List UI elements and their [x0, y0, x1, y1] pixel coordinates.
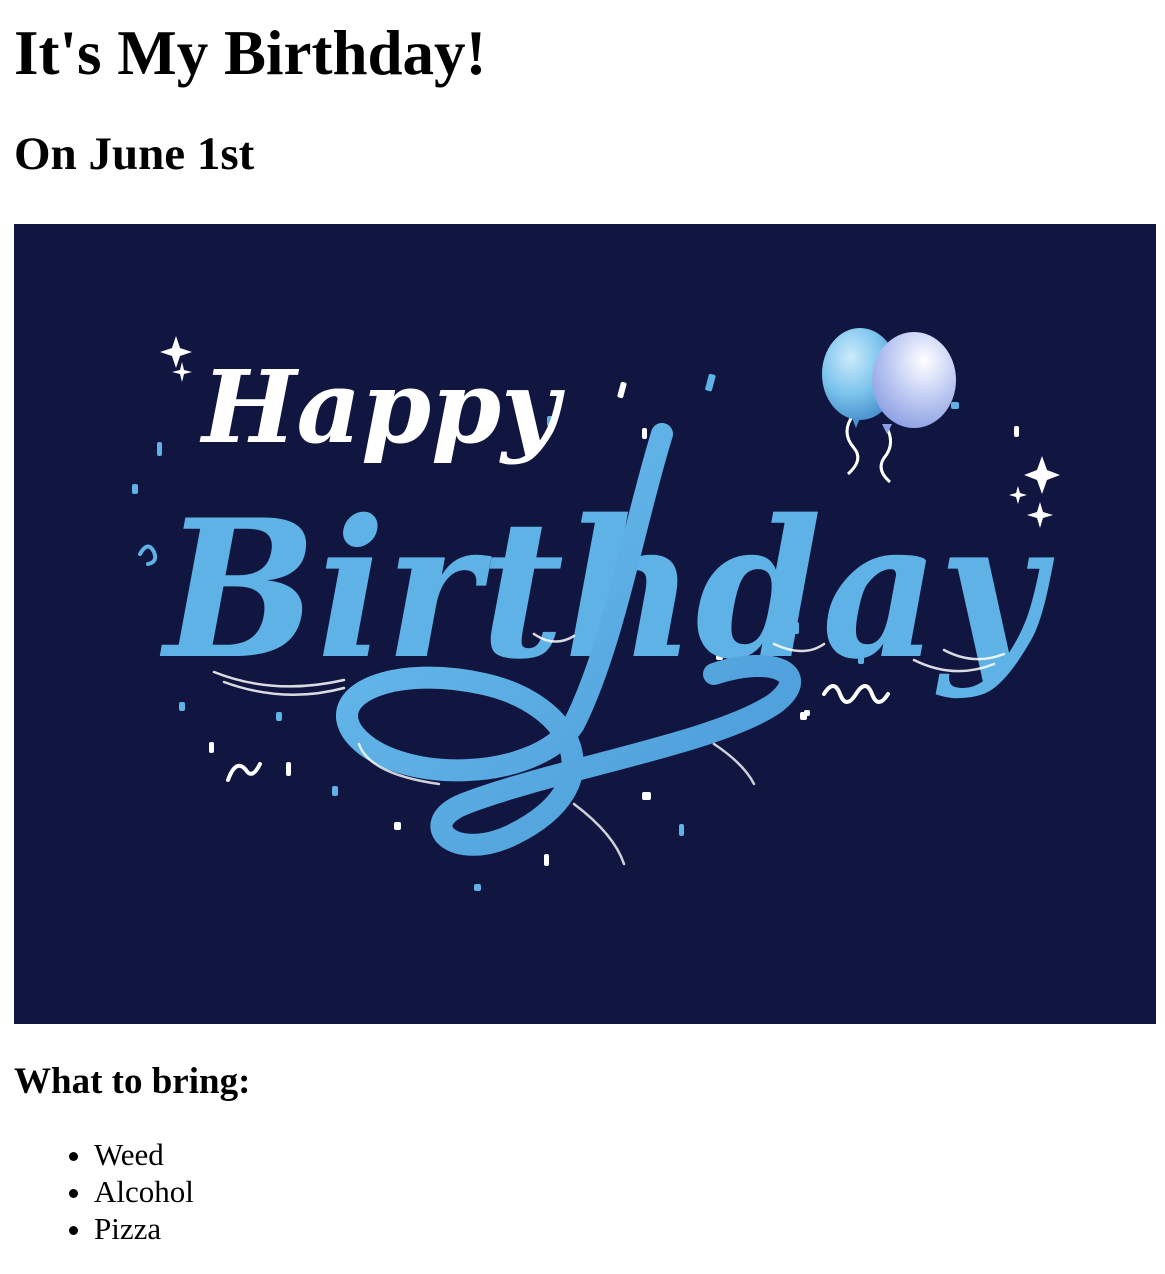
birthday-banner-image: Happy Birthday — [14, 224, 1156, 1024]
event-date: On June 1st — [14, 128, 255, 180]
list-item: Pizza — [94, 1210, 1151, 1247]
list-item: Weed — [94, 1136, 1151, 1173]
list-item: Alcohol — [94, 1173, 1151, 1210]
banner-happy-text: Happy — [199, 348, 565, 466]
page-title: It's My Birthday! — [14, 18, 487, 88]
bring-heading: What to bring: — [14, 1061, 251, 1102]
bring-list: Weed Alcohol Pizza — [14, 1136, 1151, 1247]
page: It's My Birthday! On June 1st Happy Birt… — [0, 0, 1165, 1247]
balloons-decoration — [822, 328, 956, 484]
